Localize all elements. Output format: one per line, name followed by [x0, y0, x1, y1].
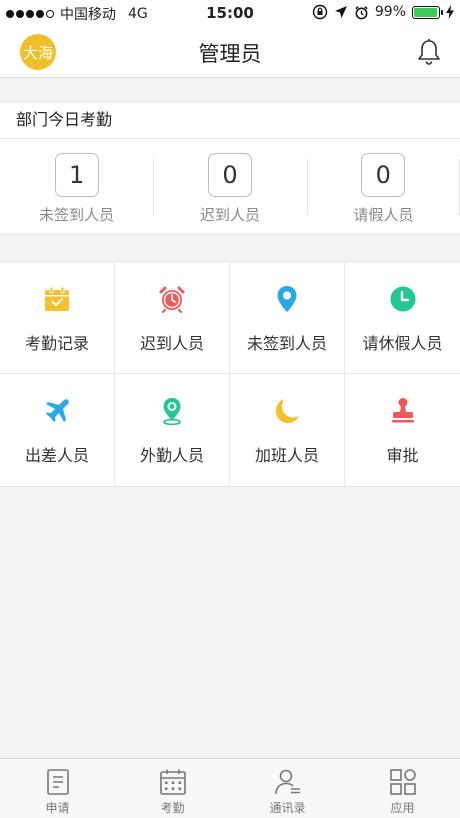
grid-item-label: 加班人员	[254, 446, 319, 465]
stat-on-leave[interactable]: 0 请假人员	[306, 139, 460, 234]
alarm-clock-icon	[159, 286, 185, 314]
grid-item-label: 考勤记录	[24, 334, 89, 353]
page-title: 管理员	[198, 42, 262, 66]
orientation-lock-icon	[312, 4, 328, 20]
charging-bolt-icon	[446, 5, 454, 19]
location-arrow-icon	[334, 6, 347, 18]
grid-item-label: 迟到人员	[139, 334, 204, 353]
grid-item-overtime[interactable]: 加班人员	[230, 374, 345, 486]
airplane-icon	[46, 399, 69, 422]
status-bar: 中国移动 4G 15:00 99%	[0, 0, 460, 26]
battery-icon	[412, 5, 443, 19]
attendance-stats: 1 未签到人员 0 迟到人员 0 请假人员	[0, 139, 460, 235]
stat-label: 未签到人员	[39, 206, 115, 224]
grid-item-label: 审批	[386, 446, 419, 465]
tab-label: 考勤	[160, 801, 185, 815]
alarm-icon	[355, 5, 368, 19]
moon-icon	[276, 399, 299, 423]
grid-item-business-trip[interactable]: 出差人员	[0, 374, 115, 486]
stat-label: 迟到人员	[199, 206, 260, 224]
stat-count: 0	[361, 153, 406, 197]
grid-item-label: 外勤人员	[139, 446, 204, 465]
stat-not-signed-in[interactable]: 1 未签到人员	[0, 139, 153, 234]
tab-apply[interactable]: 申请	[0, 759, 115, 818]
stat-late[interactable]: 0 迟到人员	[153, 139, 306, 234]
grid-item-late[interactable]: 迟到人员	[115, 262, 230, 374]
contacts-icon	[274, 769, 300, 795]
map-pin-icon	[163, 398, 181, 426]
calendar-check-icon	[45, 286, 69, 311]
function-grid: 考勤记录 迟到人员 未签到人员 请休假人员 出差人员 外勤人员 加班人员 审批	[0, 261, 460, 487]
grid-item-attendance-records[interactable]: 考勤记录	[0, 262, 115, 374]
stamp-icon	[391, 398, 414, 423]
status-bar-right: 99%	[312, 4, 454, 20]
navigation-bar: 大海 管理员	[0, 26, 460, 78]
tab-label: 通讯录	[269, 801, 306, 815]
stat-label: 请假人员	[353, 206, 414, 224]
tab-apps[interactable]: 应用	[345, 759, 460, 818]
grid-item-leave[interactable]: 请休假人员	[345, 262, 460, 374]
attendance-section-title: 部门今日考勤	[0, 101, 460, 139]
bell-icon[interactable]	[416, 38, 442, 66]
document-icon	[46, 769, 69, 795]
grid-item-approval[interactable]: 审批	[345, 374, 460, 486]
tab-label: 申请	[45, 801, 70, 815]
tab-bar: 申请 考勤 通讯录 应用	[0, 758, 460, 818]
grid-item-field-work[interactable]: 外勤人员	[115, 374, 230, 486]
grid-item-label: 请休假人员	[362, 334, 443, 353]
grid-item-label: 未签到人员	[246, 334, 327, 353]
stat-count: 0	[207, 153, 252, 197]
grid-item-label: 出差人员	[24, 446, 89, 465]
tab-label: 应用	[390, 801, 415, 815]
stat-count: 1	[54, 153, 99, 197]
clock-icon	[390, 286, 415, 312]
apps-grid-icon	[389, 769, 416, 795]
tab-contacts[interactable]: 通讯录	[230, 759, 345, 818]
battery-percent: 99%	[374, 4, 406, 20]
location-pin-icon	[277, 286, 297, 312]
calendar-icon	[159, 769, 186, 795]
grid-item-not-signed-in[interactable]: 未签到人员	[230, 262, 345, 374]
tab-attendance[interactable]: 考勤	[115, 759, 230, 818]
